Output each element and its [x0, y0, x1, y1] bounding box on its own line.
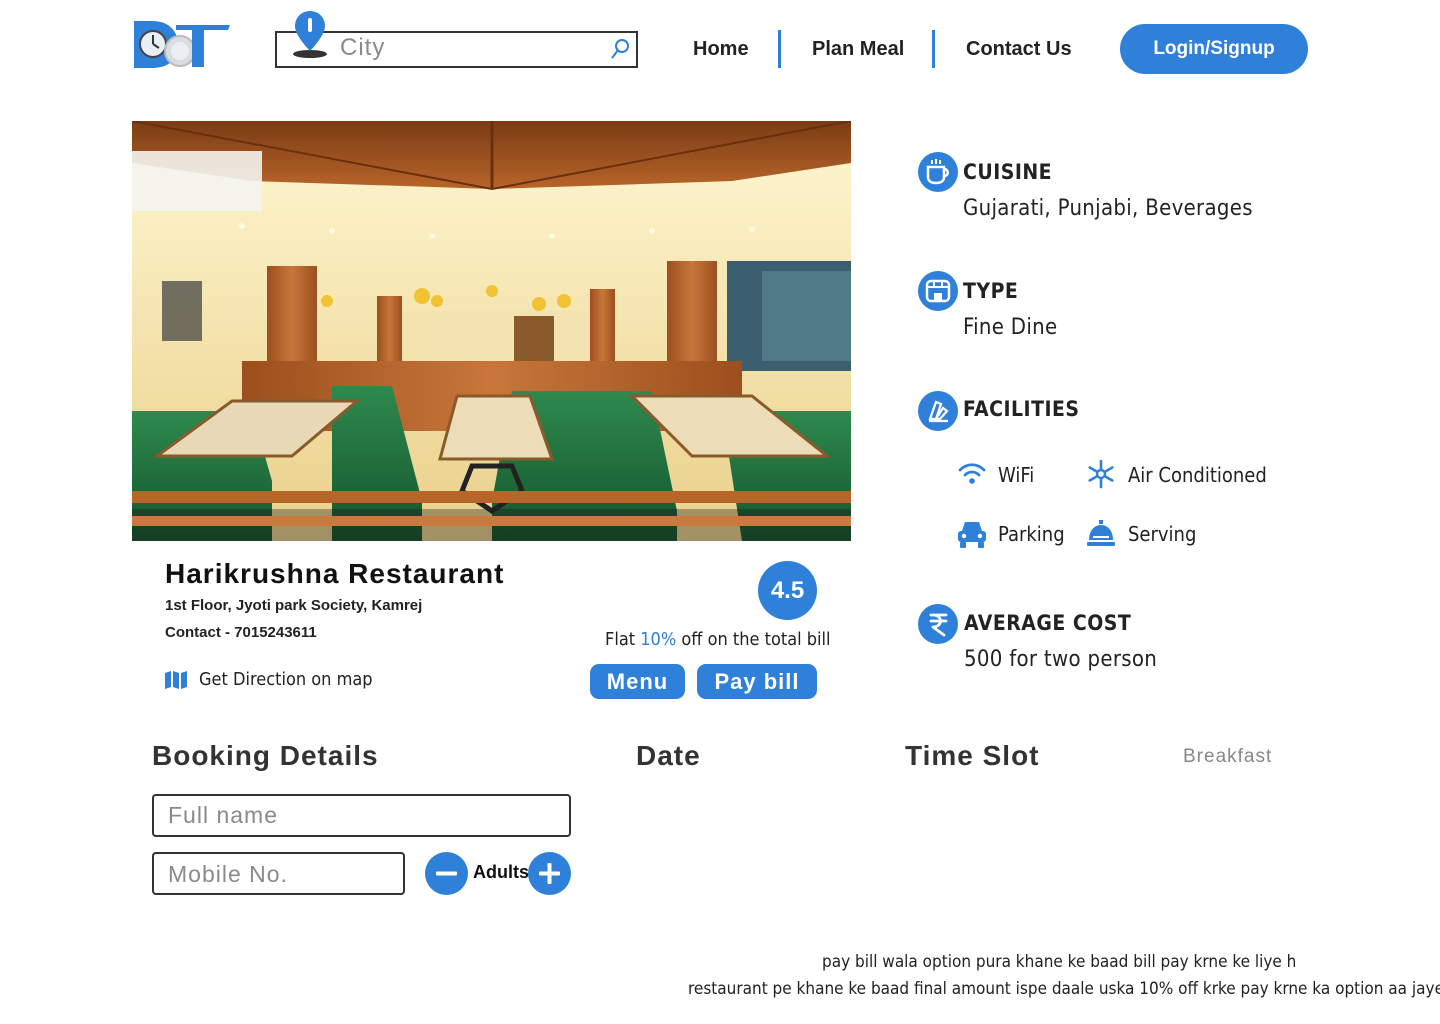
location-pin-icon — [292, 9, 328, 59]
cuisine-value: Gujarati, Punjabi, Beverages — [963, 196, 1253, 221]
design-note-line-2: restaurant pe khane ke baad final amount… — [688, 979, 1440, 999]
restaurant-photo — [132, 121, 851, 541]
cuisine-title: CUISINE — [963, 160, 1053, 184]
facility-parking: Parking — [998, 522, 1065, 546]
average-cost-value: 500 for two person — [964, 647, 1158, 672]
get-direction-link[interactable]: Get Direction on map — [199, 669, 373, 690]
map-icon[interactable] — [164, 670, 188, 690]
time-slot-label: Time Slot — [905, 740, 1040, 771]
city-search-input[interactable]: City — [340, 34, 385, 62]
time-slot-option-breakfast[interactable]: Breakfast — [1183, 746, 1272, 768]
increase-adults-button[interactable] — [528, 852, 571, 895]
login-signup-button[interactable]: Login/Signup — [1120, 24, 1308, 74]
nav-contact-us[interactable]: Contact Us — [966, 38, 1072, 61]
offer-text: Flat 10% off on the total bill — [605, 629, 831, 650]
restaurant-address: 1st Floor, Jyoti park Society, Kamrej — [165, 597, 423, 614]
offer-prefix: Flat — [605, 629, 641, 650]
offer-suffix: off on the total bill — [676, 629, 831, 650]
coffee-cup-icon — [918, 152, 958, 192]
nav-divider — [932, 30, 935, 68]
search-icon[interactable] — [609, 38, 631, 60]
mobile-number-placeholder: Mobile No. — [168, 861, 288, 887]
snowflake-icon — [1086, 459, 1116, 489]
rating-badge: 4.5 — [758, 561, 817, 620]
facility-wifi: WiFi — [998, 463, 1035, 487]
nav-divider — [778, 30, 781, 68]
facility-air-conditioned: Air Conditioned — [1128, 463, 1267, 487]
facility-serving: Serving — [1128, 522, 1197, 546]
restaurant-contact: Contact - 7015243611 — [165, 624, 317, 641]
offer-percent: 10% — [640, 629, 677, 650]
store-icon — [918, 271, 958, 311]
type-value: Fine Dine — [963, 315, 1058, 340]
full-name-placeholder: Full name — [168, 802, 278, 828]
facilities-title: FACILITIES — [963, 397, 1080, 421]
adults-label: Adults — [473, 862, 529, 882]
rupee-icon — [918, 604, 958, 644]
restaurant-name: Harikrushna Restaurant — [165, 558, 505, 589]
decrease-adults-button[interactable] — [425, 852, 468, 895]
average-cost-title: AVERAGE COST — [964, 611, 1132, 635]
pay-bill-button[interactable]: Pay bill — [697, 664, 817, 699]
date-label: Date — [636, 740, 701, 771]
facilities-icon — [918, 391, 958, 431]
wifi-icon — [957, 461, 987, 487]
booking-details-title: Booking Details — [152, 740, 379, 771]
car-icon — [956, 518, 988, 550]
nav-home[interactable]: Home — [693, 38, 749, 61]
nav-plan-meal[interactable]: Plan Meal — [812, 38, 904, 61]
design-note-line-1: pay bill wala option pura khane ke baad … — [822, 952, 1297, 972]
type-title: TYPE — [963, 279, 1019, 303]
menu-button[interactable]: Menu — [590, 664, 685, 699]
brand-logo[interactable] — [132, 18, 230, 70]
city-search-box[interactable] — [275, 31, 638, 68]
serving-bell-icon — [1086, 518, 1116, 548]
